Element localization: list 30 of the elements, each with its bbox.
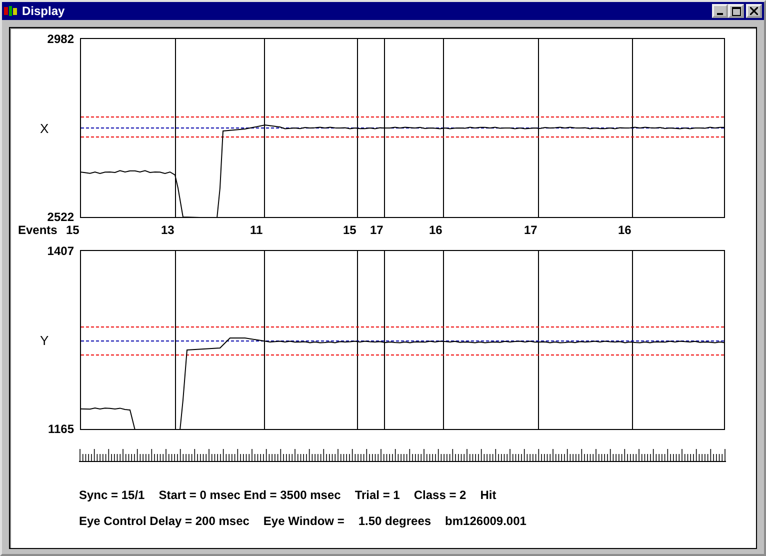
axis-name: Y [40,332,49,348]
event-code: 15 [343,223,356,237]
axis-max-label: 1407 [47,244,74,258]
status-text: Trial = 1 [354,488,400,502]
status-text: Class = 2 [414,488,466,502]
status-text: Sync = 15/1 [79,488,145,502]
app-icon [4,5,18,17]
axis-min-label: 1165 [48,422,74,436]
close-icon [750,7,758,15]
event-code: 13 [161,223,174,237]
status-text: Hit [480,488,496,502]
maximize-icon [732,6,740,16]
status-text: Start = 0 msec End = 3500 msec [158,488,341,502]
minimize-button[interactable] [712,4,728,18]
event-code: 15 [66,223,80,237]
event-code: 16 [618,223,632,237]
maximize-button[interactable] [728,4,744,18]
event-code: 17 [524,223,538,237]
status-text: 1.50 degrees [358,514,432,528]
status-text: Eye Window = [263,514,344,528]
axis-min-label: 2522 [47,210,74,224]
status-text: Eye Control Delay = 200 msec [79,514,250,528]
status-text: bm126009.001 [445,514,526,528]
axis-max-label: 2982 [47,32,74,46]
window-title: Display [22,4,65,18]
event-code: 16 [429,223,442,237]
axis-name: X [40,120,49,136]
event-code: 11 [250,223,263,237]
close-button[interactable] [746,4,762,18]
event-code: 17 [370,223,384,237]
